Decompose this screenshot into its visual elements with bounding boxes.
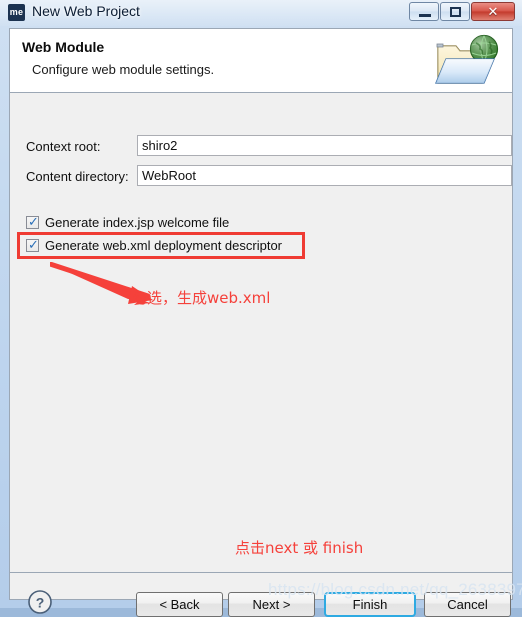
context-root-input[interactable] [137, 135, 512, 156]
button-bar-separator [10, 572, 512, 573]
restore-button[interactable] [440, 2, 470, 21]
cancel-button[interactable]: Cancel [424, 592, 511, 617]
context-root-label: Context root: [26, 139, 101, 154]
back-button[interactable]: < Back [136, 592, 223, 617]
finish-button[interactable]: Finish [324, 592, 416, 617]
help-icon[interactable]: ? [27, 589, 53, 615]
page-subtitle: Configure web module settings. [32, 62, 215, 77]
app-icon: me [8, 4, 25, 21]
annotation-text-buttons: 点击next 或 finish [235, 539, 364, 557]
close-icon: ✕ [487, 4, 499, 19]
checkbox-label: Generate index.jsp welcome file [45, 215, 230, 230]
next-button[interactable]: Next > [228, 592, 315, 617]
page-title: Web Module [22, 39, 105, 55]
restore-icon [450, 7, 461, 17]
checkbox-box[interactable]: ✓ [26, 214, 39, 229]
minimize-icon [419, 14, 431, 17]
wizard-header: Web Module Configure web module settings… [10, 29, 512, 93]
close-button[interactable]: ✕ [471, 2, 515, 21]
svg-text:?: ? [36, 595, 45, 611]
minimize-button[interactable] [409, 2, 439, 21]
annotation-text-checkbox: 勾选，生成web.xml [132, 289, 271, 307]
dialog-client-area: Web Module Configure web module settings… [9, 28, 513, 617]
title-bar[interactable]: me New Web Project ✕ [0, 0, 522, 26]
app-window: me New Web Project ✕ Web Module Configur… [0, 0, 522, 617]
annotation-highlight-box [17, 232, 305, 259]
window-title: New Web Project [32, 3, 140, 19]
web-folder-globe-icon [435, 34, 499, 84]
content-directory-label: Content directory: [26, 169, 129, 184]
content-directory-input[interactable] [137, 165, 512, 186]
check-icon: ✓ [28, 214, 39, 229]
